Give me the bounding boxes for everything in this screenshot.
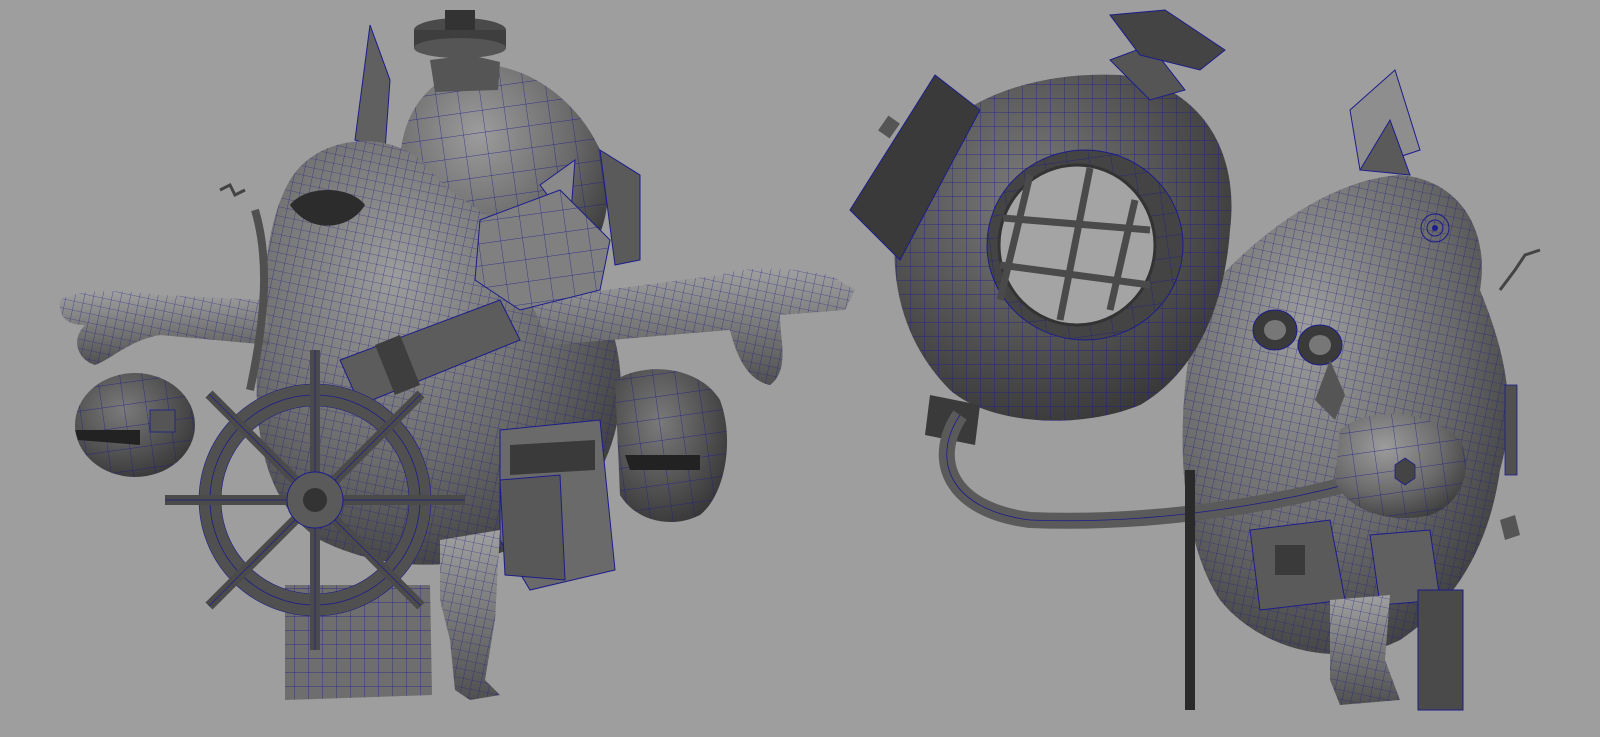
right-lantern [615, 369, 728, 523]
antenna [1498, 248, 1541, 291]
character-body-back [1182, 175, 1509, 655]
viewport-canvas[interactable] [0, 0, 1600, 737]
3d-viewport[interactable] [0, 0, 1600, 737]
diver-character-back-view[interactable] [849, 9, 1541, 711]
head-fins-back [1349, 69, 1421, 176]
left-lantern [75, 373, 195, 477]
back-tank [1335, 413, 1466, 519]
hose-tip [219, 182, 246, 198]
diving-helmet [849, 9, 1232, 445]
diver-character-front-view[interactable] [59, 10, 855, 700]
ship-wheel [165, 350, 465, 650]
front-leg [440, 530, 500, 700]
pole [1185, 470, 1195, 710]
belt-pouch [499, 419, 616, 591]
left-arm [59, 291, 270, 365]
rear-block [1417, 589, 1464, 711]
